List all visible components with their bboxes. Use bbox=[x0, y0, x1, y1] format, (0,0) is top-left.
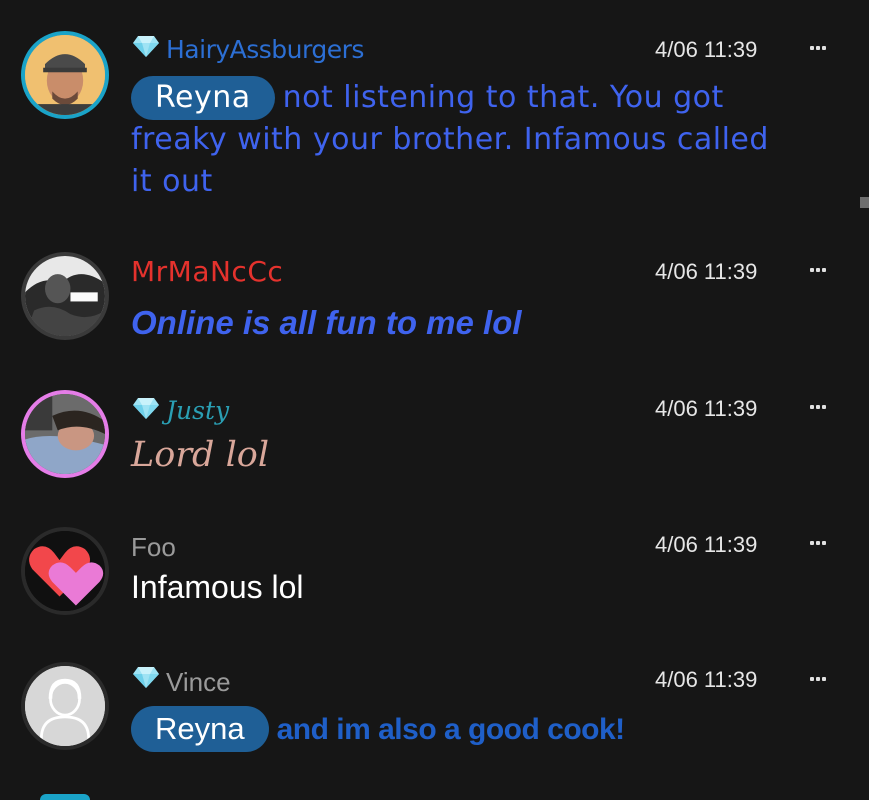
user-avatar[interactable] bbox=[21, 252, 109, 340]
username[interactable]: Vince bbox=[166, 667, 231, 697]
message-line: it out bbox=[131, 164, 213, 199]
more-options-icon[interactable] bbox=[810, 403, 832, 411]
message-text: Online is all fun to me lol bbox=[131, 304, 522, 341]
default-user-icon bbox=[25, 666, 105, 746]
username[interactable]: Foo bbox=[131, 532, 176, 562]
timestamp: 4/06 11:39 bbox=[655, 37, 758, 62]
user-avatar[interactable] bbox=[21, 662, 109, 750]
hearts-icon bbox=[25, 531, 105, 611]
avatar-photo bbox=[25, 394, 105, 474]
timestamp: 4/06 11:39 bbox=[655, 532, 758, 557]
message-line: not listening to that. You got bbox=[282, 80, 724, 115]
avatar-photo bbox=[25, 256, 105, 336]
message-line: freaky with your brother. Infamous calle… bbox=[131, 122, 769, 157]
timestamp: 4/06 11:39 bbox=[655, 667, 758, 692]
user-avatar[interactable] bbox=[21, 31, 109, 119]
diamond-icon bbox=[133, 667, 159, 688]
message-text: Reyna and im also a good cook! bbox=[131, 706, 625, 753]
scrollbar-thumb[interactable] bbox=[860, 197, 869, 208]
avatar-photo bbox=[25, 35, 105, 115]
more-options-icon[interactable] bbox=[810, 539, 832, 547]
diamond-icon bbox=[133, 36, 159, 57]
user-avatar[interactable] bbox=[21, 390, 109, 478]
mention-chip[interactable]: Reyna bbox=[131, 76, 275, 120]
message-text: Infamous lol bbox=[131, 569, 304, 605]
username[interactable]: MrMaNcCc bbox=[131, 257, 283, 287]
more-options-icon[interactable] bbox=[810, 266, 832, 274]
chat-feed: HairyAssburgers 4/06 11:39 Reyna not list… bbox=[0, 0, 869, 800]
message-text: Lord lol bbox=[131, 435, 270, 475]
more-options-icon[interactable] bbox=[810, 44, 832, 52]
timestamp: 4/06 11:39 bbox=[655, 259, 758, 284]
next-avatar-edge bbox=[40, 794, 90, 800]
mention-chip[interactable]: Reyna bbox=[131, 706, 269, 752]
more-options-icon[interactable] bbox=[810, 675, 832, 683]
diamond-icon bbox=[133, 398, 159, 419]
user-avatar[interactable] bbox=[21, 527, 109, 615]
timestamp: 4/06 11:39 bbox=[655, 396, 758, 421]
username[interactable]: Justy bbox=[166, 396, 229, 426]
username[interactable]: HairyAssburgers bbox=[166, 35, 364, 65]
message-body: and im also a good cook! bbox=[276, 713, 626, 746]
message-text: Reyna not listening to that. You got frea… bbox=[131, 76, 769, 204]
